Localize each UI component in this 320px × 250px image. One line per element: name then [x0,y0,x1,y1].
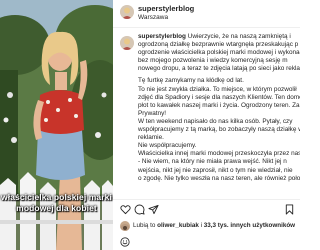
likes-text[interactable]: Lubią to oliwer_kubiak i 33,3 tys. innyc… [133,222,295,229]
comment-composer [113,235,300,250]
author-avatar[interactable] [120,5,134,19]
caption-author-avatar[interactable] [120,36,134,50]
caption-line: współpracujemy z tą marką, bo zobaczyły … [138,126,300,134]
caption-line: superstylerblog Uwierzycie, że na naszą … [138,33,291,40]
caption-line: Prywatny! [138,109,167,117]
caption-line: o zgodę. Nie tylko weszła na nasz teren,… [138,174,300,182]
caption-line: - Nie wiem, na który nie miała prawa wej… [138,158,287,166]
comment-icon[interactable] [134,204,145,215]
caption-line: ogrodzoną działkę bezprawnie wtargnęła p… [138,41,299,49]
caption-line: Tę furtkę zamykamy na kłódkę od lat. [138,77,244,85]
author-username[interactable]: superstylerblog [138,4,194,13]
caption-line: wejścia, nikt jej nie zaprosił, nikt o t… [138,166,293,174]
caption-line: płot to kawałek naszej marki i życia. Og… [138,101,300,109]
caption-line: nowego dropu, a teraz te zdjęcia latają … [138,65,300,73]
post-caption: superstylerblog Uwierzycie, że na naszą … [113,28,300,199]
caption-line: zdjęć dla Spadiory i sesje dla naszych K… [138,93,300,101]
liker-avatar[interactable] [120,221,130,231]
heart-icon[interactable] [120,204,131,215]
image-text-overlay: właścicielka polskiej marki modowej dla … [0,192,113,214]
overlay-line-1: właścicielka polskiej marki [1,192,112,202]
caption-line: bez mojego pozwolenia i wiedzy komercyjn… [138,57,288,65]
post-header: superstylerblog Warszawa [113,0,300,28]
caption-text: superstylerblog Uwierzycie, że na naszą … [138,33,300,183]
caption-line: Właścicielka innej marki modowej przesko… [138,150,300,158]
likes-middle: i [200,222,202,229]
caption-line: To nie jest zwykła działka. To miejsce, … [138,85,297,93]
emoji-icon[interactable] [120,237,130,247]
caption-line: Nie współpracujemy. [138,142,197,150]
caption-line: ogrodzenie właścicielka polskiej marki m… [138,49,300,57]
post-actions-bar [113,199,300,220]
overlay-line-2: modowej dla kobiet [16,203,97,213]
likes-prefix: Lubią to [133,222,156,229]
caption-username[interactable]: superstylerblog [138,33,186,40]
instagram-post: właścicielka polskiej marki modowej dla … [0,0,300,250]
caption-line: reklamie. [138,134,164,142]
likes-summary: Lubią to oliwer_kubiak i 33,3 tys. innyc… [113,219,300,235]
likes-count[interactable]: 33,3 tys. [204,222,229,229]
post-image[interactable]: właścicielka polskiej marki modowej dla … [0,0,113,250]
share-icon[interactable] [148,204,159,215]
post-details-panel: superstylerblog Warszawa superstylerblog… [113,0,300,250]
liker-username[interactable]: oliwer_kubiak [157,222,199,229]
post-location[interactable]: Warszawa [138,14,168,21]
caption-line: W ten weekend napisało do nas kilka osób… [138,117,293,125]
bookmark-icon[interactable] [284,204,295,215]
likes-suffix[interactable]: innych użytkowników [230,222,295,229]
